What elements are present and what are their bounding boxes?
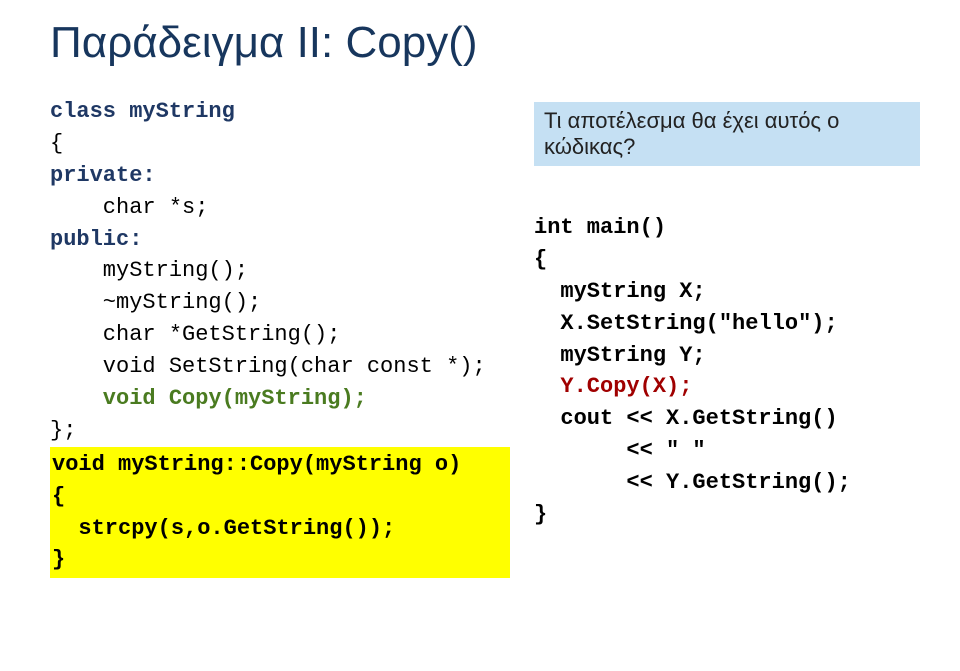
kw-public: public: [50, 227, 142, 252]
q1: " [719, 311, 732, 336]
func-head: void myString::Copy(myString o) [52, 452, 461, 477]
main-l3: myString Y; [534, 343, 706, 368]
main-hello: hello [732, 311, 798, 336]
q2: " [798, 311, 811, 336]
func-close: } [52, 547, 65, 572]
func-body: strcpy(s,o.GetString()); [52, 516, 395, 541]
func-open: { [52, 484, 65, 509]
left-column: class myString { private: char *s; publi… [50, 96, 510, 578]
getstring-decl: char *GetString(); [50, 322, 340, 347]
main-space: " " [666, 438, 706, 463]
kw-class: class myString [50, 99, 235, 124]
right-column: Τι αποτέλεσμα θα έχει αυτός ο κώδικας? i… [534, 96, 920, 578]
main-head: int main() [534, 215, 666, 240]
main-l5b: << [534, 438, 666, 463]
kw-private: private: [50, 163, 156, 188]
slide-title: Παράδειγμα II: Copy() [50, 18, 920, 68]
main-l1: myString X; [534, 279, 706, 304]
class-close: }; [50, 418, 76, 443]
main-open: { [534, 247, 547, 272]
main-l4: Y.Copy(X); [534, 374, 692, 399]
member-char-s: char *s; [50, 195, 208, 220]
main-close: } [534, 502, 547, 527]
main-function: int main() { myString X; X.SetString("he… [534, 212, 920, 531]
dtor-decl: ~myString(); [50, 290, 261, 315]
ctor-decl: myString(); [50, 258, 248, 283]
main-l5a: cout << X.GetString() [534, 406, 838, 431]
brace-open: { [50, 131, 63, 156]
main-l5d: << Y.GetString(); [534, 470, 851, 495]
copy-definition: void myString::Copy(myString o) { strcpy… [50, 447, 510, 579]
class-definition: class myString { private: char *s; publi… [50, 96, 510, 447]
main-l2a: X.SetString( [534, 311, 719, 336]
copy-decl: void Copy(myString); [50, 386, 367, 411]
main-l2e: ); [811, 311, 837, 336]
setstring-decl: void SetString(char const *); [50, 354, 486, 379]
question-note: Τι αποτέλεσμα θα έχει αυτός ο κώδικας? [534, 102, 920, 166]
columns: class myString { private: char *s; publi… [50, 96, 920, 578]
